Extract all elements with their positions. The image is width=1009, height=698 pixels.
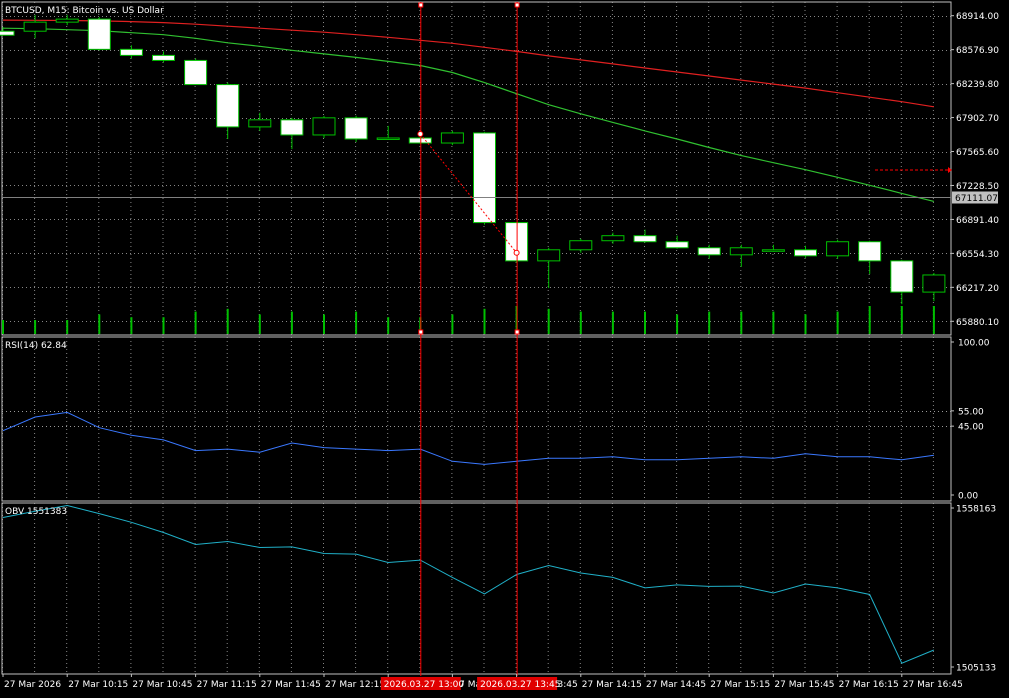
trendline-anchor bbox=[417, 130, 424, 137]
main-y-tick-label: 68576.90 bbox=[956, 46, 999, 56]
x-tick-label: 27 Mar 14:15 bbox=[582, 680, 642, 690]
obv-panel bbox=[1, 502, 952, 675]
x-tick-label: 27 Mar 2026 bbox=[4, 680, 61, 690]
cursor-handle bbox=[418, 329, 424, 335]
candle-body bbox=[794, 249, 817, 257]
x-tick-label: 27 Mar 15:15 bbox=[710, 680, 770, 690]
obv-panel-title: OBV 1551383 bbox=[5, 507, 67, 517]
cursor-time-label: 2026.03.27 13:45 bbox=[480, 680, 560, 690]
rsi-y-tick-label: 0.00 bbox=[958, 492, 978, 502]
obv-y-tick-label: 1505133 bbox=[956, 664, 996, 674]
x-tick-label: 27 Mar 15:45 bbox=[774, 680, 834, 690]
rsi-panel bbox=[1, 336, 952, 502]
candle-body bbox=[152, 54, 175, 61]
rsi-y-tick-label: 55.00 bbox=[958, 407, 984, 417]
candle-body bbox=[312, 117, 336, 136]
candle-body bbox=[890, 260, 914, 293]
candle-body bbox=[344, 117, 368, 140]
x-tick-label: 27 Mar 16:45 bbox=[903, 680, 963, 690]
main-y-tick-label: 66891.40 bbox=[956, 216, 999, 226]
chart-window[interactable]: 67111.07 68914.00 68576.90 68239.80 67902.70… bbox=[0, 0, 1009, 694]
candle-body bbox=[216, 84, 240, 128]
candle-body bbox=[922, 274, 946, 293]
cursor-time-label: 2026.03.27 13:00 bbox=[384, 680, 465, 690]
trendline-anchor bbox=[513, 249, 520, 256]
candle-body bbox=[23, 21, 47, 32]
main-y-tick-label: 65880.10 bbox=[956, 318, 999, 328]
candle-body bbox=[633, 235, 657, 243]
main-y-tick-label: 66217.20 bbox=[956, 284, 999, 294]
x-tick-label: 27 Mar 10:45 bbox=[132, 680, 192, 690]
candle-body bbox=[280, 119, 304, 136]
main-chart-title: BTCUSD, M15: Bitcoin vs. US Dollar bbox=[5, 6, 164, 16]
rsi-y-tick-label: 45.00 bbox=[958, 423, 984, 433]
x-tick-label: 27 Mar 11:15 bbox=[197, 680, 257, 690]
candle-body bbox=[376, 137, 400, 140]
candle-body bbox=[55, 18, 79, 23]
cursor-handle bbox=[514, 329, 520, 335]
x-tick-label: 27 Mar 12:15 bbox=[325, 680, 385, 690]
main-y-tick-label: 66554.30 bbox=[956, 250, 999, 260]
candle-body bbox=[248, 119, 272, 128]
rsi-panel-title: RSI(14) 62.84 bbox=[5, 341, 67, 351]
candle-body bbox=[537, 249, 561, 262]
candle-body bbox=[473, 132, 496, 224]
main-y-tick-label: 67228.50 bbox=[956, 182, 999, 192]
candle-body bbox=[826, 241, 850, 257]
candle-body bbox=[184, 59, 208, 86]
main-y-tick-label: 67902.70 bbox=[956, 114, 999, 124]
x-tick-label: 27 Mar 11:45 bbox=[261, 680, 321, 690]
main-y-tick-label: 68914.00 bbox=[956, 12, 999, 22]
candle-body bbox=[569, 240, 593, 251]
candle-body bbox=[87, 18, 111, 50]
candle-body bbox=[601, 235, 625, 242]
main-y-tick-label: 67565.60 bbox=[956, 148, 999, 158]
x-tick-label: 27 Mar 10:15 bbox=[68, 680, 128, 690]
candle-body bbox=[761, 249, 785, 252]
obv-y-tick-label: 1558163 bbox=[956, 505, 996, 515]
x-tick-label: 27 Mar 16:15 bbox=[839, 680, 899, 690]
candle-body bbox=[729, 247, 753, 256]
main-y-tick-label: 68239.80 bbox=[956, 80, 999, 90]
candle-body bbox=[697, 247, 721, 256]
price-badge-label: 67111.07 bbox=[955, 194, 998, 204]
cursor-handle bbox=[514, 2, 520, 8]
candle-body bbox=[119, 48, 143, 56]
candle-body bbox=[665, 241, 689, 249]
candle-body bbox=[440, 132, 464, 144]
chart-canvas[interactable]: 67111.07 68914.00 68576.90 68239.80 67902.70… bbox=[0, 0, 1009, 694]
candle-body bbox=[858, 241, 882, 262]
rsi-y-tick-label: 100.00 bbox=[958, 339, 990, 349]
x-tick-label: 27 Mar 14:45 bbox=[646, 680, 706, 690]
cursor-handle bbox=[418, 2, 424, 8]
candle-body bbox=[0, 30, 15, 36]
